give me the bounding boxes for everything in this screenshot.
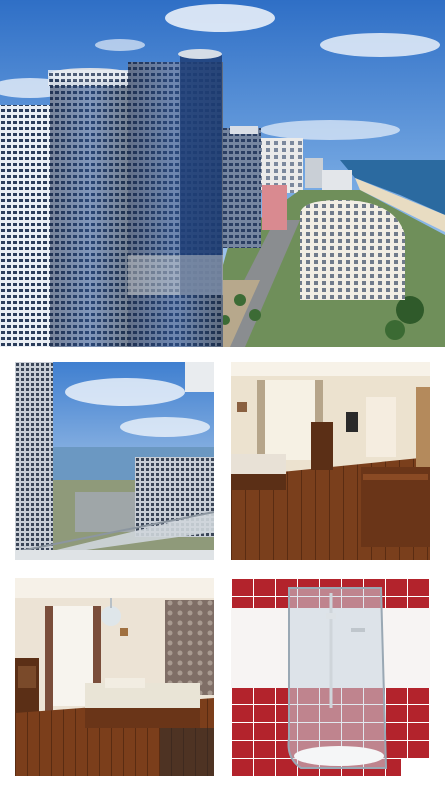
hero-photo-city-skyline[interactable] (0, 0, 445, 347)
photo-hotel-room-tv-desk[interactable] (231, 362, 430, 560)
photo-bathroom-shower-cabin[interactable] (231, 578, 430, 776)
photo-hotel-bedroom-chandelier[interactable] (15, 578, 214, 776)
photo-balcony-sea-view[interactable] (15, 362, 214, 560)
